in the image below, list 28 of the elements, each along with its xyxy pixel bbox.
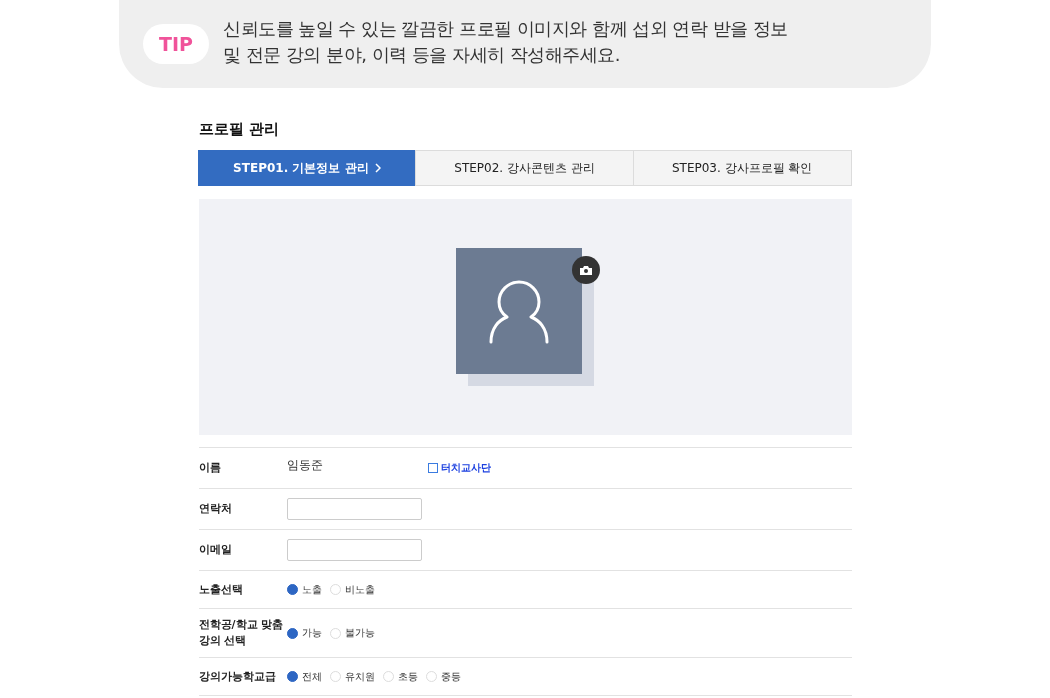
radio-option[interactable]: 비노출: [329, 582, 375, 597]
field-label: 강의가능학교급: [198, 668, 277, 685]
field-label: 연락처: [198, 501, 233, 517]
radio-option[interactable]: 노출: [286, 582, 322, 597]
camera-button[interactable]: [572, 256, 600, 284]
chevron-right-icon: [374, 163, 381, 173]
field-label: 이메일: [198, 542, 233, 558]
person-icon: [488, 278, 550, 344]
camera-icon: [579, 264, 593, 276]
field-label: 이름: [198, 460, 222, 476]
tip-text: 신뢰도를 높일 수 있는 깔끔한 프로필 이미지와 함께 섭외 연락 받을 정보 및 전문 강의 분야, 이력 등을 자세히 작성해주세요.: [223, 17, 788, 67]
step-tab[interactable]: STEP02. 강사콘텐츠 관리: [415, 150, 634, 186]
page-title: 프로필 관리: [198, 120, 280, 139]
radio-option[interactable]: 초등: [382, 669, 418, 684]
teacher-group-checkbox[interactable]: 터치교사단: [427, 461, 491, 475]
radio-option[interactable]: 전체: [286, 669, 322, 684]
input-field[interactable]: [286, 539, 422, 561]
radio-option[interactable]: 가능: [286, 626, 322, 640]
radio-option[interactable]: 불가능: [329, 626, 375, 640]
radio-option[interactable]: 유치원: [329, 669, 375, 684]
input-field[interactable]: [286, 498, 422, 520]
step-tab[interactable]: STEP01. 기본정보 관리: [197, 150, 417, 186]
tip-badge: TIP: [143, 24, 209, 64]
field-label: 노출선택: [198, 581, 244, 598]
name-value: 임동준: [286, 456, 324, 474]
field-label: 전학공/학교 맞춤 강의 선택: [198, 617, 285, 649]
radio-option[interactable]: 중등: [425, 669, 461, 684]
step-tab[interactable]: STEP03. 강사프로필 확인: [632, 150, 852, 186]
